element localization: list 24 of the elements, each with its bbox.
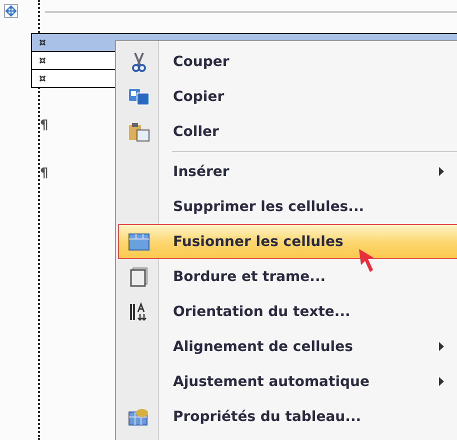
paragraph-mark: ¶ (40, 166, 48, 182)
menu-item[interactable]: Coller (118, 114, 457, 149)
menu-item[interactable]: Supprimer les cellules... (118, 189, 457, 224)
menu-item[interactable]: Ajustement automatique (118, 364, 457, 399)
menu-item[interactable]: Orientation du texte... (118, 294, 457, 329)
cell-marker: ¤ (39, 54, 46, 66)
cell-marker: ¤ (39, 72, 46, 84)
menu-item[interactable]: Bordure et trame... (118, 259, 457, 294)
scissors-icon (131, 52, 147, 72)
menu-item[interactable]: Copier (118, 79, 457, 114)
merge-cells-icon (128, 232, 150, 250)
menu-item[interactable]: Fusionner les cellules (118, 224, 457, 259)
copy-icon (128, 88, 150, 106)
cell-marker: ¤ (39, 36, 46, 48)
menu-item[interactable]: Insérer (118, 154, 457, 189)
menu-item[interactable]: Alignement de cellules (118, 329, 457, 364)
border-icon (130, 266, 148, 286)
menu-item[interactable]: Couper (118, 44, 457, 79)
paragraph-mark: ¶ (40, 118, 48, 134)
table-properties-icon (128, 408, 150, 426)
menu-item[interactable]: Propriétés du tableau... (118, 399, 457, 434)
text-direction-icon (129, 302, 149, 322)
clipboard-icon (128, 122, 150, 142)
move-handle-icon[interactable] (4, 4, 18, 18)
